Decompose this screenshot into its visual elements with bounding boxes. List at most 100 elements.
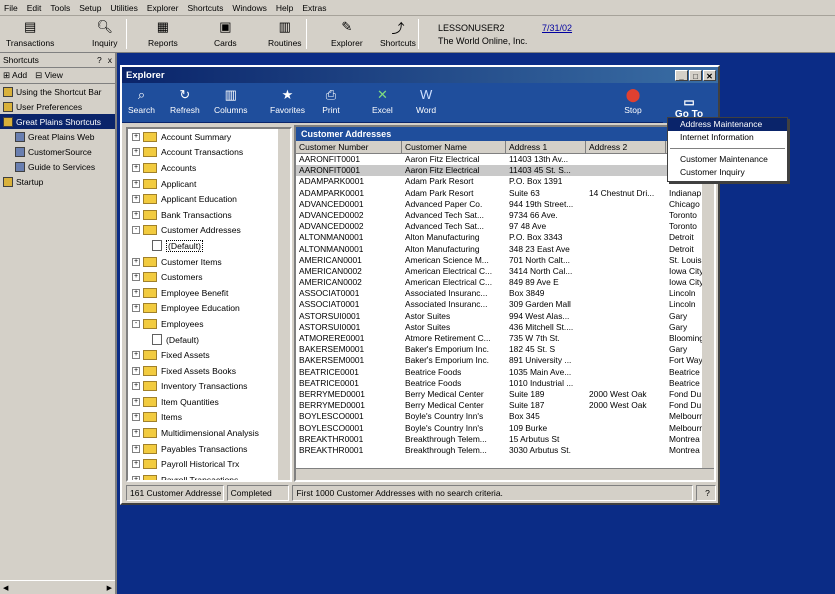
- menu-explorer[interactable]: Explorer: [147, 3, 179, 13]
- menu-help[interactable]: Help: [276, 3, 293, 13]
- print-button[interactable]: ⎙ Print: [322, 86, 340, 116]
- tree-node[interactable]: + Applicant Education: [128, 191, 290, 207]
- tree-node[interactable]: + Customers: [128, 269, 290, 285]
- tree-node[interactable]: - Customer Addresses: [128, 223, 290, 239]
- table-row[interactable]: ADVANCED0002 Advanced Tech Sat... 9734 66 …: [296, 210, 714, 221]
- tree-node[interactable]: + Accounts: [128, 160, 290, 176]
- tree-node[interactable]: + Multidimensional Analysis: [128, 425, 290, 441]
- tree-node[interactable]: + Items: [128, 410, 290, 426]
- tree-node[interactable]: - Employees: [128, 316, 290, 332]
- table-row[interactable]: ADVANCED0001 Advanced Paper Co. 944 19th S…: [296, 199, 714, 210]
- table-row[interactable]: AMERICAN0002 American Electrical C... 3414…: [296, 266, 714, 277]
- table-row[interactable]: ASSOCIAT0001 Associated Insuranc... Box 38…: [296, 288, 714, 299]
- tree-node[interactable]: + Employee Education: [128, 301, 290, 317]
- expand-icon[interactable]: +: [132, 351, 140, 360]
- inquiry-button[interactable]: 🔍︎ Inquiry: [92, 18, 118, 52]
- column-header[interactable]: Address 2: [586, 141, 666, 154]
- reports-button[interactable]: ▦ Reports: [148, 18, 178, 52]
- expand-icon[interactable]: +: [132, 460, 140, 469]
- close-window-button[interactable]: ✕: [703, 69, 716, 81]
- menu-edit[interactable]: Edit: [27, 3, 42, 13]
- menu-item-internet-information[interactable]: Internet Information: [668, 131, 787, 144]
- table-row[interactable]: AMERICAN0002 American Electrical C... 849 …: [296, 277, 714, 288]
- table-row[interactable]: BERRYMED0001 Berry Medical Center Suite 18…: [296, 400, 714, 411]
- shortcut-item[interactable]: Great Plains Shortcuts: [0, 114, 115, 129]
- tree-node[interactable]: (Default): [128, 238, 290, 254]
- menu-tools[interactable]: Tools: [50, 3, 70, 13]
- menu-windows[interactable]: Windows: [232, 3, 266, 13]
- table-row[interactable]: BAKERSEM0001 Baker's Emporium Inc. 182 45 …: [296, 344, 714, 355]
- tree-node[interactable]: + Item Quantities: [128, 394, 290, 410]
- add-shortcut-button[interactable]: ⊞ Add: [3, 70, 27, 81]
- collapse-icon[interactable]: -: [132, 319, 140, 328]
- table-row[interactable]: ALTONMAN0001 Alton Manufacturing 348 23 Ea…: [296, 244, 714, 255]
- table-row[interactable]: ALTONMAN0001 Alton Manufacturing P.O. Box …: [296, 232, 714, 243]
- table-row[interactable]: AARONFIT0001 Aaron Fitz Electrical 11403 1…: [296, 154, 714, 165]
- favorites-button[interactable]: ★ Favorites: [270, 86, 305, 116]
- columns-button[interactable]: ▥ Columns: [214, 86, 248, 116]
- expand-icon[interactable]: +: [132, 132, 140, 141]
- refresh-button[interactable]: ↻ Refresh: [170, 86, 200, 116]
- expand-icon[interactable]: +: [132, 163, 140, 172]
- menu-file[interactable]: File: [4, 3, 18, 13]
- search-button[interactable]: ⌕ Search: [128, 86, 155, 116]
- expand-icon[interactable]: +: [132, 179, 140, 188]
- table-row[interactable]: ASTORSUI0001 Astor Suites 994 West Alas...…: [296, 311, 714, 322]
- tree-scrollbar[interactable]: [278, 129, 290, 480]
- tree-node[interactable]: + Customer Items: [128, 254, 290, 270]
- table-row[interactable]: BREAKTHR0001 Breakthrough Telem... 3030 Ar…: [296, 445, 714, 456]
- tree-node[interactable]: + Payroll Transactions: [128, 472, 290, 480]
- expand-icon[interactable]: +: [132, 382, 140, 391]
- tree-node[interactable]: + Employee Benefit: [128, 285, 290, 301]
- shortcut-item[interactable]: CustomerSource: [0, 144, 115, 159]
- grid-horizontal-scrollbar[interactable]: [296, 468, 714, 480]
- tree-node[interactable]: + Inventory Transactions: [128, 379, 290, 395]
- table-row[interactable]: BEATRICE0001 Beatrice Foods 1035 Main Ave.…: [296, 367, 714, 378]
- table-row[interactable]: AMERICAN0001 American Science M... 701 Nor…: [296, 255, 714, 266]
- expand-icon[interactable]: +: [132, 257, 140, 266]
- menu-utilities[interactable]: Utilities: [110, 3, 137, 13]
- minimize-button[interactable]: _: [675, 69, 688, 81]
- table-row[interactable]: BOYLESCO0001 Boyle's Country Inn's Box 345…: [296, 411, 714, 422]
- tree-node[interactable]: + Payroll Historical Trx: [128, 456, 290, 472]
- expand-icon[interactable]: +: [132, 397, 140, 406]
- shortcut-item[interactable]: Startup: [0, 174, 115, 189]
- close-button[interactable]: x: [108, 55, 112, 65]
- shortcut-item[interactable]: User Preferences: [0, 99, 115, 114]
- transactions-button[interactable]: ▤ Transactions: [6, 18, 54, 52]
- expand-icon[interactable]: +: [132, 195, 140, 204]
- maximize-button[interactable]: □: [689, 69, 702, 81]
- expand-icon[interactable]: +: [132, 413, 140, 422]
- word-button[interactable]: W Word: [416, 86, 436, 115]
- expand-icon[interactable]: +: [132, 210, 140, 219]
- cards-button[interactable]: ▣ Cards: [214, 18, 237, 52]
- tree-node[interactable]: + Payables Transactions: [128, 441, 290, 457]
- tree-node[interactable]: + Applicant: [128, 176, 290, 192]
- table-row[interactable]: BOYLESCO0001 Boyle's Country Inn's 109 Bur…: [296, 423, 714, 434]
- expand-icon[interactable]: +: [132, 366, 140, 375]
- shortcut-item[interactable]: Great Plains Web: [0, 129, 115, 144]
- menu-item-customer-maintenance[interactable]: Customer Maintenance: [668, 153, 787, 166]
- expand-icon[interactable]: +: [132, 288, 140, 297]
- view-button[interactable]: ⊟ View: [35, 70, 63, 81]
- table-row[interactable]: BERRYMED0001 Berry Medical Center Suite 18…: [296, 389, 714, 400]
- tree-node[interactable]: + Account Transactions: [128, 145, 290, 161]
- collapse-icon[interactable]: -: [132, 226, 140, 235]
- column-header[interactable]: Address 1: [506, 141, 586, 154]
- expand-icon[interactable]: +: [132, 148, 140, 157]
- expand-icon[interactable]: +: [132, 444, 140, 453]
- tree-node[interactable]: + Fixed Assets: [128, 347, 290, 363]
- menu-item-address-maintenance[interactable]: Address Maintenance: [668, 118, 787, 131]
- table-row[interactable]: ADAMPARK0001 Adam Park Resort Suite 63 14 C…: [296, 188, 714, 199]
- expand-icon[interactable]: +: [132, 273, 140, 282]
- table-row[interactable]: BEATRICE0001 Beatrice Foods 1010 Industria…: [296, 378, 714, 389]
- tree-node[interactable]: + Account Summary: [128, 129, 290, 145]
- menu-extras[interactable]: Extras: [302, 3, 326, 13]
- menu-item-customer-inquiry[interactable]: Customer Inquiry: [668, 166, 787, 179]
- status-help-button[interactable]: ?: [696, 485, 717, 501]
- column-header[interactable]: Customer Name: [402, 141, 506, 154]
- stop-button[interactable]: ⬤ Stop: [624, 86, 642, 116]
- table-row[interactable]: AARONFIT0001 Aaron Fitz Electrical 11403 4…: [296, 165, 714, 177]
- expand-icon[interactable]: +: [132, 304, 140, 313]
- routines-button[interactable]: ▥ Routines: [268, 18, 302, 52]
